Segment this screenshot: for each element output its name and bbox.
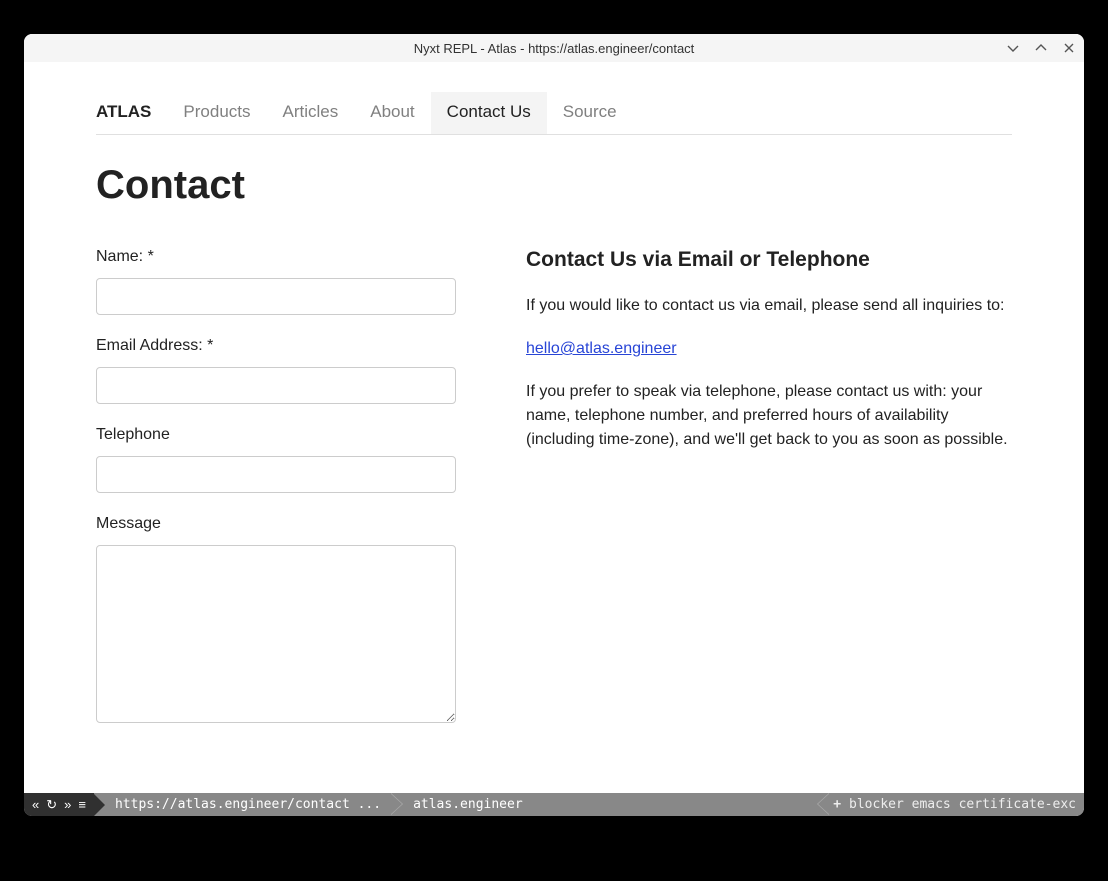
status-modes[interactable]: blocker emacs certificate-exc [849,797,1076,812]
contact-info-telephone: If you prefer to speak via telephone, pl… [526,380,1012,452]
telephone-input[interactable] [96,456,456,493]
reload-button[interactable]: ↻ [46,797,57,813]
message-textarea[interactable] [96,545,456,723]
window-maximize-button[interactable] [1032,39,1050,57]
history-back-button[interactable]: « [32,797,39,812]
status-domain[interactable]: atlas.engineer [403,793,533,816]
modes-add-button[interactable]: + [833,797,841,812]
menu-button[interactable]: ≡ [78,797,86,812]
email-input[interactable] [96,367,456,404]
name-input[interactable] [96,278,456,315]
contact-form: Name: * Email Address: * Telephone [96,248,456,750]
nav-products[interactable]: Products [167,92,266,134]
telephone-label: Telephone [96,426,456,444]
browser-window: Nyxt REPL - Atlas - https://atlas.engine… [24,34,1084,816]
window-title: Nyxt REPL - Atlas - https://atlas.engine… [24,41,1084,56]
contact-info: Contact Us via Email or Telephone If you… [526,248,1012,750]
window-close-button[interactable] [1060,39,1078,57]
nav-about[interactable]: About [354,92,430,134]
nav-articles[interactable]: Articles [267,92,355,134]
history-forward-button[interactable]: » [64,797,71,812]
page-viewport[interactable]: ATLAS Products Articles About Contact Us… [24,62,1084,793]
name-label: Name: * [96,248,456,266]
page-title: Contact [96,163,1012,208]
nav-source[interactable]: Source [547,92,633,134]
status-bar: « ↻ » ≡ https://atlas.engineer/contact .… [24,793,1084,816]
nav-brand[interactable]: ATLAS [96,92,167,134]
window-minimize-button[interactable] [1004,39,1022,57]
status-url[interactable]: https://atlas.engineer/contact ... [105,793,391,816]
email-label: Email Address: * [96,337,456,355]
contact-email-link[interactable]: hello@atlas.engineer [526,340,677,358]
site-nav: ATLAS Products Articles About Contact Us… [96,92,1012,135]
window-titlebar: Nyxt REPL - Atlas - https://atlas.engine… [24,34,1084,62]
contact-info-intro: If you would like to contact us via emai… [526,294,1012,318]
message-label: Message [96,515,456,533]
contact-info-heading: Contact Us via Email or Telephone [526,248,1012,272]
nav-contact-us[interactable]: Contact Us [431,92,547,134]
